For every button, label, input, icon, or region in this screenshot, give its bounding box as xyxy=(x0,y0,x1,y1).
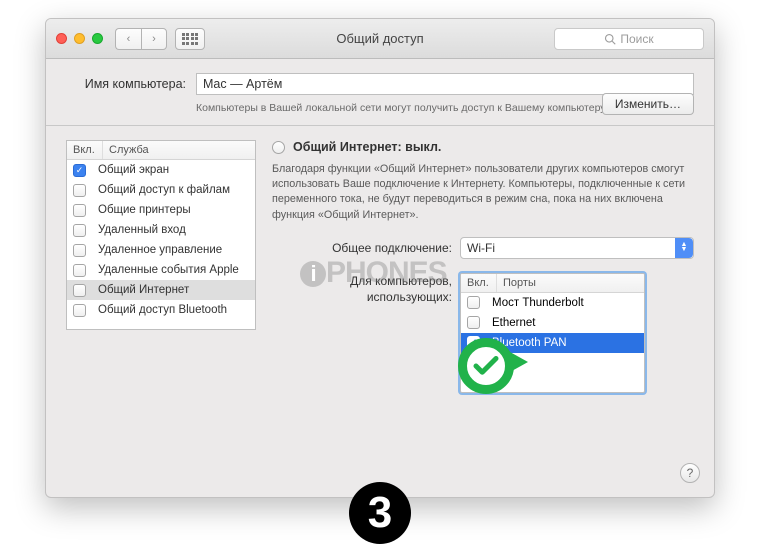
ports-col-enabled: Вкл. xyxy=(461,274,497,292)
services-list[interactable]: Вкл. Служба ✓ Общий экран Общий доступ к ф… xyxy=(66,140,256,330)
service-label: Удаленные события Apple xyxy=(98,264,239,276)
ports-header: Вкл. Порты xyxy=(461,274,644,293)
list-item[interactable]: Общий доступ Bluetooth xyxy=(67,300,255,320)
step-number-badge: 3 xyxy=(349,482,411,544)
search-input[interactable]: Поиск xyxy=(554,28,704,50)
checkbox-icon[interactable] xyxy=(73,204,86,217)
preferences-window: ‹ › Общий доступ Поиск Имя компьютера: К… xyxy=(45,18,715,498)
col-enabled: Вкл. xyxy=(67,141,103,159)
service-label: Удаленный вход xyxy=(98,224,186,236)
share-to-label: Для компьютеров, использующих: xyxy=(272,273,452,305)
service-label: Общие принтеры xyxy=(98,204,191,216)
chevron-updown-icon: ▲▼ xyxy=(675,238,693,258)
minimize-icon[interactable] xyxy=(74,33,85,44)
port-label: Ethernet xyxy=(492,317,535,329)
checkmark-badge-icon xyxy=(458,338,514,394)
search-placeholder: Поиск xyxy=(620,32,653,46)
close-icon[interactable] xyxy=(56,33,67,44)
list-item[interactable]: Общий Интернет xyxy=(67,280,255,300)
service-label: Удаленное управление xyxy=(98,244,222,256)
edit-button[interactable]: Изменить… xyxy=(602,93,694,115)
service-label: Общий доступ Bluetooth xyxy=(98,304,227,316)
table-row[interactable]: Ethernet xyxy=(461,313,644,333)
checkbox-icon[interactable] xyxy=(467,316,480,329)
checkbox-icon[interactable] xyxy=(73,284,86,297)
status-radio-icon xyxy=(272,141,285,154)
share-from-value: Wi-Fi xyxy=(467,241,495,255)
sharing-description: Благодаря функции «Общий Интернет» польз… xyxy=(272,162,694,222)
traffic-lights xyxy=(56,33,103,44)
service-label: Общий экран xyxy=(98,164,169,176)
port-label: Мост Thunderbolt xyxy=(492,297,584,309)
checkbox-icon[interactable] xyxy=(73,224,86,237)
ports-col-port: Порты xyxy=(497,274,644,292)
checkbox-icon[interactable] xyxy=(73,244,86,257)
arrow-right-icon xyxy=(510,352,528,372)
checkbox-icon[interactable]: ✓ xyxy=(73,164,86,177)
table-row[interactable]: Мост Thunderbolt xyxy=(461,293,644,313)
show-all-button[interactable] xyxy=(175,28,205,50)
main-content: Вкл. Служба ✓ Общий экран Общий доступ к ф… xyxy=(46,126,714,406)
list-item[interactable]: Общие принтеры xyxy=(67,200,255,220)
list-item[interactable]: Общий доступ к файлам xyxy=(67,180,255,200)
list-item[interactable]: Удаленные события Apple xyxy=(67,260,255,280)
share-from-label: Общее подключение: xyxy=(272,241,452,255)
col-service: Служба xyxy=(103,141,255,159)
services-header: Вкл. Служба xyxy=(67,141,255,160)
list-item[interactable]: ✓ Общий экран xyxy=(67,160,255,180)
nav-back-forward: ‹ › xyxy=(115,28,167,50)
zoom-icon[interactable] xyxy=(92,33,103,44)
tutorial-highlight xyxy=(458,338,514,394)
service-label: Общий Интернет xyxy=(98,284,189,296)
sharing-status-title: Общий Интернет: выкл. xyxy=(293,140,441,154)
checkbox-icon[interactable] xyxy=(467,296,480,309)
list-item[interactable]: Удаленный вход xyxy=(67,220,255,240)
window-title: Общий доступ xyxy=(336,31,423,46)
computer-name-label: Имя компьютера: xyxy=(66,73,186,91)
list-item[interactable]: Удаленное управление xyxy=(67,240,255,260)
checkbox-icon[interactable] xyxy=(73,304,86,317)
help-button[interactable]: ? xyxy=(680,463,700,483)
grid-icon xyxy=(182,33,199,45)
back-button[interactable]: ‹ xyxy=(115,28,141,50)
service-label: Общий доступ к файлам xyxy=(98,184,230,196)
titlebar: ‹ › Общий доступ Поиск xyxy=(46,19,714,59)
computer-name-input[interactable] xyxy=(196,73,694,95)
forward-button[interactable]: › xyxy=(141,28,167,50)
search-icon xyxy=(604,33,616,45)
share-from-select[interactable]: Wi-Fi ▲▼ xyxy=(460,237,694,259)
checkbox-icon[interactable] xyxy=(73,264,86,277)
checkbox-icon[interactable] xyxy=(73,184,86,197)
